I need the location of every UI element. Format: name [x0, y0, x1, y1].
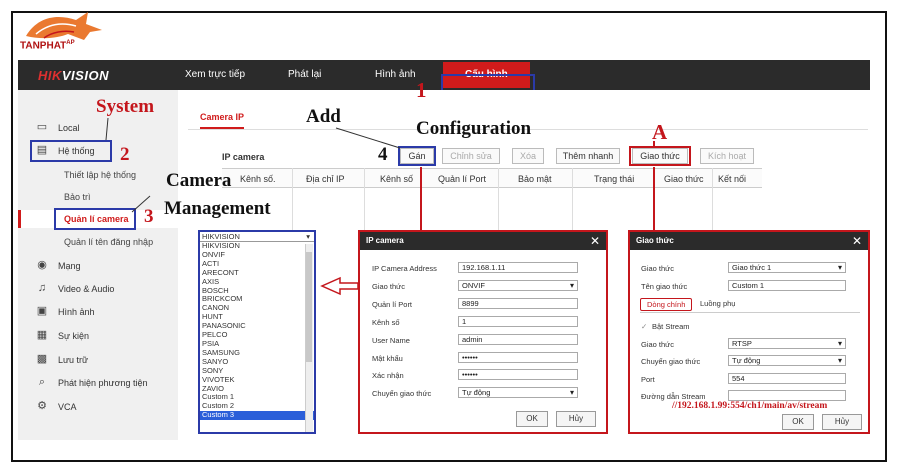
password-input[interactable]: ••••••: [458, 352, 578, 363]
proto-protocol-select[interactable]: Giao thức 1: [728, 262, 846, 273]
stream-protocol-select[interactable]: RTSP: [728, 338, 846, 349]
protocol-dialog-titlebar: Giao thức ✕: [630, 232, 868, 250]
enable-stream-label: Bật Stream: [652, 322, 690, 331]
close-icon[interactable]: ✕: [590, 232, 600, 250]
ip-dialog-ok-button[interactable]: OK: [516, 411, 548, 427]
protocol-select[interactable]: ONVIF: [458, 280, 578, 291]
stream-path-label: Đường dẫn Stream: [641, 392, 706, 401]
subtab-sub-stream[interactable]: Luồng phụ: [700, 299, 735, 308]
proto-dialog-ok-button[interactable]: OK: [782, 414, 814, 430]
proto-name-input[interactable]: Custom 1: [728, 280, 846, 291]
password-label: Mật khẩu: [372, 354, 403, 363]
channel-label: Kênh số: [372, 318, 400, 327]
ip-dialog-cancel-button[interactable]: Hủy: [556, 411, 596, 427]
ip-camera-dialog: IP camera ✕: [358, 230, 608, 434]
management-port-label: Quản lí Port: [372, 300, 413, 309]
stream-protocol-label: Giao thức: [641, 340, 674, 349]
protocol-label: Giao thức: [372, 282, 405, 291]
dropdown-option-highlighted[interactable]: Custom 3: [200, 410, 314, 421]
subtab-main-stream[interactable]: Dòng chính: [640, 298, 693, 311]
stream-port-label: Port: [641, 375, 655, 384]
stream-port-input[interactable]: 554: [728, 373, 846, 384]
stream-path-input[interactable]: [728, 390, 846, 401]
channel-input[interactable]: 1: [458, 316, 578, 327]
ip-camera-dialog-titlebar: IP camera ✕: [360, 232, 606, 250]
subtab-divider: [640, 312, 860, 313]
stream-transfer-label: Chuyển giao thức: [641, 357, 701, 366]
proto-name-label: Tên giao thức: [641, 282, 688, 291]
dropdown-scroll-thumb[interactable]: [306, 252, 312, 362]
username-input[interactable]: admin: [458, 334, 578, 345]
ip-address-label: IP Camera Address: [372, 264, 437, 273]
stream-url-annotation: //192.168.1.99:554/ch1/main/av/stream: [672, 401, 828, 411]
enable-stream-checkbox-icon[interactable]: ✓: [641, 322, 647, 331]
protocol-dropdown-list[interactable]: HIKVISION ▾ HIKVISION ONVIF ACTI ARECONT …: [198, 230, 316, 434]
dropdown-selected-value[interactable]: HIKVISION ▾: [200, 232, 314, 242]
management-port-input[interactable]: 8899: [458, 298, 578, 309]
confirm-password-label: Xác nhận: [372, 371, 404, 380]
transfer-protocol-select[interactable]: Tự động: [458, 387, 578, 398]
confirm-password-input[interactable]: ••••••: [458, 369, 578, 380]
username-label: User Name: [372, 336, 410, 345]
proto-dialog-cancel-button[interactable]: Hủy: [822, 414, 862, 430]
proto-protocol-label: Giao thức: [641, 264, 674, 273]
close-icon[interactable]: ✕: [852, 232, 862, 250]
transfer-protocol-label: Chuyển giao thức: [372, 389, 432, 398]
ip-address-input[interactable]: 192.168.1.11: [458, 262, 578, 273]
chevron-down-icon: ▾: [306, 232, 310, 241]
stream-transfer-select[interactable]: Tự động: [728, 355, 846, 366]
